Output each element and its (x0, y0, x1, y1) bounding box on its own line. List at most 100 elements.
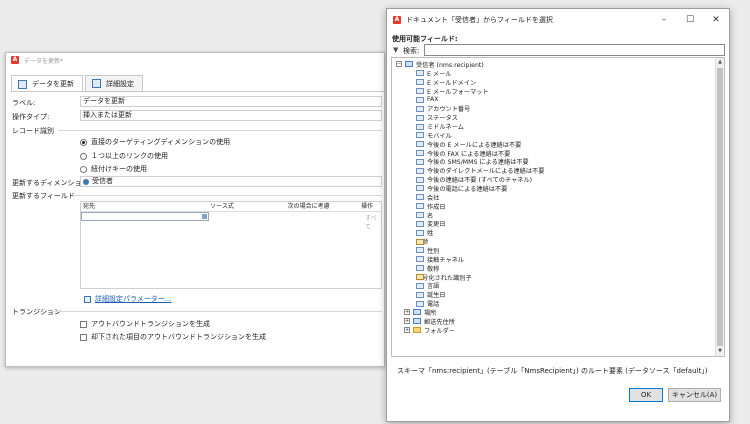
tree-item[interactable]: 今後のダイレクトメールによる連絡は不要 (416, 166, 544, 175)
radio-use-links-dot[interactable] (80, 152, 87, 160)
field-selector-title: ドキュメント「受信者」からフィールドを選択 (406, 16, 553, 24)
tree-item[interactable]: 今後の SMS/MMS による連絡は不要 (416, 158, 529, 166)
field-icon (416, 300, 424, 307)
tree-item-label: 暗号化された識別子 (416, 274, 472, 282)
ok-button[interactable]: OK (629, 388, 663, 402)
field-icon (416, 176, 424, 183)
radio-reconciliation-key-label: 紐付けキーの使用 (91, 165, 147, 173)
operation-type-select[interactable]: 挿入または更新 (80, 110, 382, 121)
checkbox-rejected-transition-box[interactable] (80, 333, 87, 341)
tab-divider (11, 91, 384, 92)
tree-item[interactable]: 名 (416, 211, 433, 220)
checkbox-rejected-transition[interactable]: 却下された項目のアウトバウンドトランジションを生成 (80, 332, 266, 342)
grid-row-destination-input[interactable] (81, 212, 209, 221)
radio-reconciliation-key[interactable]: 紐付けキーの使用 (80, 164, 147, 174)
tree-item[interactable]: 今後の連絡は不要 (すべてのチャネル) (416, 175, 532, 184)
collapse-icon[interactable]: − (396, 61, 402, 68)
window-controls: – ☐ ✕ (651, 9, 729, 31)
tree-item[interactable]: ミドルネーム (416, 122, 464, 131)
tree-item[interactable]: 誕生日 (416, 290, 446, 299)
tree-item-label: モバイル (427, 132, 452, 140)
tree-item-label: FAX (427, 96, 439, 104)
tree-item-label: 今後の E メールによる連絡は不要 (427, 141, 522, 149)
advanced-parameters-link[interactable]: 詳細設定パラメーター... (84, 294, 171, 304)
grid-header-destination[interactable]: 宛先 (81, 202, 208, 211)
tree-item-label: E メール (427, 70, 452, 78)
picker-icon[interactable] (202, 214, 207, 219)
tree-scrollbar[interactable]: ▲ ▼ (715, 58, 724, 356)
tree-item[interactable]: 言語 (416, 281, 439, 290)
field-icon (416, 212, 424, 219)
tree-item[interactable]: 今後の FAX による連絡は不要 (416, 149, 510, 158)
tree-item[interactable]: FAX (416, 96, 438, 105)
tree-item[interactable]: ステータス (416, 113, 458, 122)
field-icon (416, 123, 424, 130)
tree-item[interactable]: E メールフォーマット (416, 87, 489, 96)
close-icon[interactable]: ✕ (703, 9, 729, 31)
parameters-icon (84, 295, 91, 303)
tree-item[interactable]: 暗号化された識別子 (416, 273, 472, 282)
field-icon (416, 247, 424, 254)
update-data-titlebar: A データを更新* (6, 53, 384, 67)
field-tree[interactable]: − 受信者 (nms:recipient) E メール E メールドメイン E メー… (391, 57, 725, 357)
tree-group[interactable]: + 郵送先住所 (404, 317, 455, 326)
fields-grid[interactable]: 宛先 ソース式 次の場合に考慮 操作 すべて (80, 201, 382, 289)
expand-icon[interactable]: + (404, 327, 410, 334)
tree-item[interactable]: 性別 (416, 246, 439, 255)
search-label: 検索: (403, 47, 420, 55)
scroll-down-icon[interactable]: ▼ (716, 347, 724, 356)
label-input[interactable]: データを更新 (80, 96, 382, 107)
radio-use-links-label: １つ以上のリンクの使用 (91, 152, 168, 160)
tree-item[interactable]: 接触チャネル (416, 255, 464, 264)
tab-update-data[interactable]: データを更新 (11, 75, 83, 92)
tree-item[interactable]: 作成日 (416, 202, 446, 211)
radio-direct-targeting-dot[interactable] (80, 138, 87, 146)
tree-item[interactable]: 敬称 (416, 264, 439, 273)
grid-header-operation[interactable]: 操作 (359, 202, 381, 211)
tree-group[interactable]: + フォルダー (404, 326, 455, 335)
grid-header-source[interactable]: ソース式 (208, 202, 285, 211)
expand-icon[interactable]: + (404, 309, 410, 316)
tab-advanced[interactable]: 詳細設定 (85, 75, 143, 91)
tree-item[interactable]: E メールドメイン (416, 78, 476, 87)
tree-item[interactable]: 変更日 (416, 219, 446, 228)
tree-item[interactable]: 姓 (416, 228, 433, 237)
tree-group[interactable]: + 場所 (404, 308, 436, 317)
checkbox-outbound-transition-box[interactable] (80, 320, 87, 328)
record-id-caption: レコード識別 (12, 127, 54, 135)
advanced-parameters-label: 詳細設定パラメーター... (95, 295, 172, 303)
checkbox-outbound-transition[interactable]: アウトバウンドトランジションを生成 (80, 319, 210, 329)
tree-item[interactable]: 電話 (416, 299, 439, 308)
tree-item[interactable]: 今後の電話による連絡は不要 (416, 184, 507, 193)
tree-item[interactable]: 会社 (416, 193, 439, 202)
transition-separator (52, 311, 382, 312)
dimension-field[interactable]: 受信者 (80, 176, 382, 187)
radio-reconciliation-key-dot[interactable] (80, 165, 87, 173)
field-icon (416, 185, 424, 192)
field-icon (416, 132, 424, 139)
field-icon (416, 96, 424, 103)
field-icon (416, 150, 424, 157)
search-input[interactable] (424, 44, 725, 56)
radio-direct-targeting[interactable]: 直接のターゲティングディメンションの使用 (80, 137, 230, 147)
tree-item[interactable]: モバイル (416, 131, 452, 140)
available-fields-label: 使用可能フィールド: (392, 35, 458, 43)
dimension-value: 受信者 (92, 177, 113, 185)
advanced-icon (92, 79, 101, 88)
scroll-thumb[interactable] (717, 68, 723, 346)
expand-icon[interactable]: + (404, 318, 410, 325)
minimize-icon[interactable]: – (651, 9, 677, 31)
radio-use-links[interactable]: １つ以上のリンクの使用 (80, 151, 168, 161)
maximize-icon[interactable]: ☐ (677, 9, 703, 31)
field-icon (416, 88, 424, 95)
tree-item-label: ミドルネーム (427, 124, 464, 132)
tree-item[interactable]: 今後の E メールによる連絡は不要 (416, 140, 521, 149)
grid-header-condition[interactable]: 次の場合に考慮 (286, 202, 360, 211)
cancel-button[interactable]: キャンセル(A) (668, 388, 721, 402)
update-icon (18, 79, 27, 89)
scroll-up-icon[interactable]: ▲ (716, 58, 724, 67)
tree-item[interactable]: アカウント番号 (416, 104, 470, 113)
tree-item[interactable]: E メール (416, 69, 451, 78)
tree-root[interactable]: − 受信者 (nms:recipient) (396, 60, 484, 69)
tree-item[interactable]: 年齢 (416, 237, 428, 246)
